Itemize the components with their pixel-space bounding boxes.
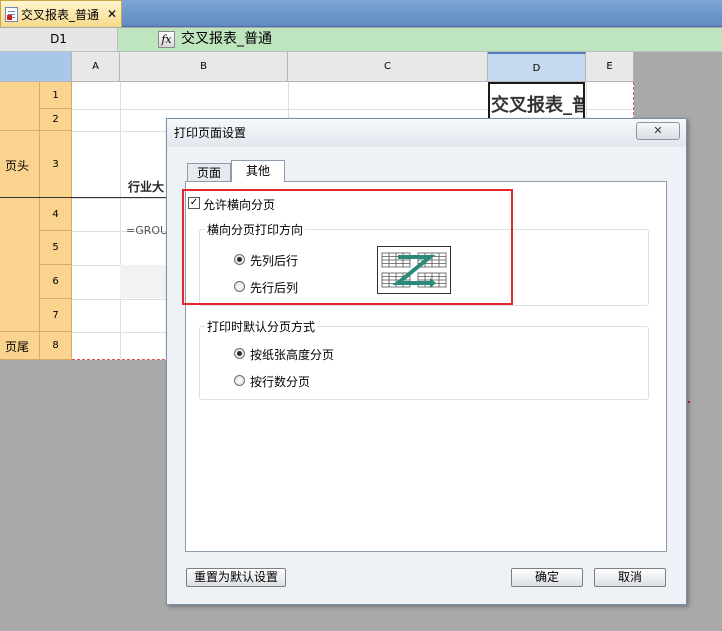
section-header-label: 页头 <box>5 159 30 173</box>
marker-dot <box>688 401 690 403</box>
cell-b5[interactable]: =GROU <box>126 224 168 237</box>
section-footer-label: 页尾 <box>5 340 30 354</box>
cell-b3[interactable]: 行业大 <box>128 178 164 195</box>
dialog-close-button[interactable]: ✕ <box>636 122 680 140</box>
column-header-a[interactable]: A <box>72 52 120 82</box>
formula-value: 交叉报表_普通 <box>181 31 272 47</box>
report-file-icon <box>5 6 18 22</box>
print-page-settings-dialog: 打印页面设置 ✕ 页面 其他 ✓ 允许横向分页 横向分页打印方向 先列后行 先行… <box>166 118 687 605</box>
radio-by-paper-height[interactable] <box>234 348 245 359</box>
grid-corner[interactable] <box>0 52 72 82</box>
document-tab[interactable]: 交叉报表_普通 ✕ <box>0 0 122 27</box>
section-blank <box>0 82 40 131</box>
section-header[interactable]: 页头 <box>0 131 40 198</box>
highlight-box <box>182 189 513 305</box>
reset-default-button[interactable]: 重置为默认设置 <box>186 568 286 587</box>
formula-input[interactable]: fx 交叉报表_普通 <box>118 28 722 51</box>
column-header-d[interactable]: D <box>488 52 586 82</box>
row-header-4[interactable]: 4 <box>40 198 72 231</box>
function-icon[interactable]: fx <box>158 31 175 48</box>
close-tab-icon[interactable]: ✕ <box>107 7 117 21</box>
column-header-c[interactable]: C <box>288 52 488 82</box>
default-page-group-title: 打印时默认分页方式 <box>205 318 318 335</box>
row-header-1[interactable]: 1 <box>40 82 72 109</box>
radio-by-paper-height-label[interactable]: 按纸张高度分页 <box>250 346 334 363</box>
row-header-3[interactable]: 3 <box>40 131 72 198</box>
document-tab-label: 交叉报表_普通 <box>21 7 100 22</box>
row-header-6[interactable]: 6 <box>40 265 72 299</box>
dialog-title: 打印页面设置 <box>167 119 686 147</box>
tab-page[interactable]: 页面 <box>187 163 231 182</box>
cell-reference[interactable]: D1 <box>0 28 118 51</box>
row-header-5[interactable]: 5 <box>40 231 72 265</box>
column-header-e[interactable]: E <box>586 52 634 82</box>
row-header-8[interactable]: 8 <box>40 332 72 360</box>
radio-by-row-count-label[interactable]: 按行数分页 <box>250 373 310 390</box>
cancel-button[interactable]: 取消 <box>594 568 666 587</box>
shaded-cell <box>120 265 167 298</box>
column-header-b[interactable]: B <box>120 52 288 82</box>
grid-line <box>120 82 121 360</box>
section-footer[interactable]: 页尾 <box>0 332 40 360</box>
radio-by-row-count[interactable] <box>234 375 245 386</box>
section-body <box>0 198 40 332</box>
row-header-7[interactable]: 7 <box>40 299 72 332</box>
row-header-2[interactable]: 2 <box>40 109 72 131</box>
document-tab-bar: 交叉报表_普通 ✕ <box>0 0 722 27</box>
ok-button[interactable]: 确定 <box>511 568 583 587</box>
tab-other[interactable]: 其他 <box>231 160 285 182</box>
header-divider <box>0 197 170 198</box>
formula-bar: D1 fx 交叉报表_普通 <box>0 28 722 52</box>
